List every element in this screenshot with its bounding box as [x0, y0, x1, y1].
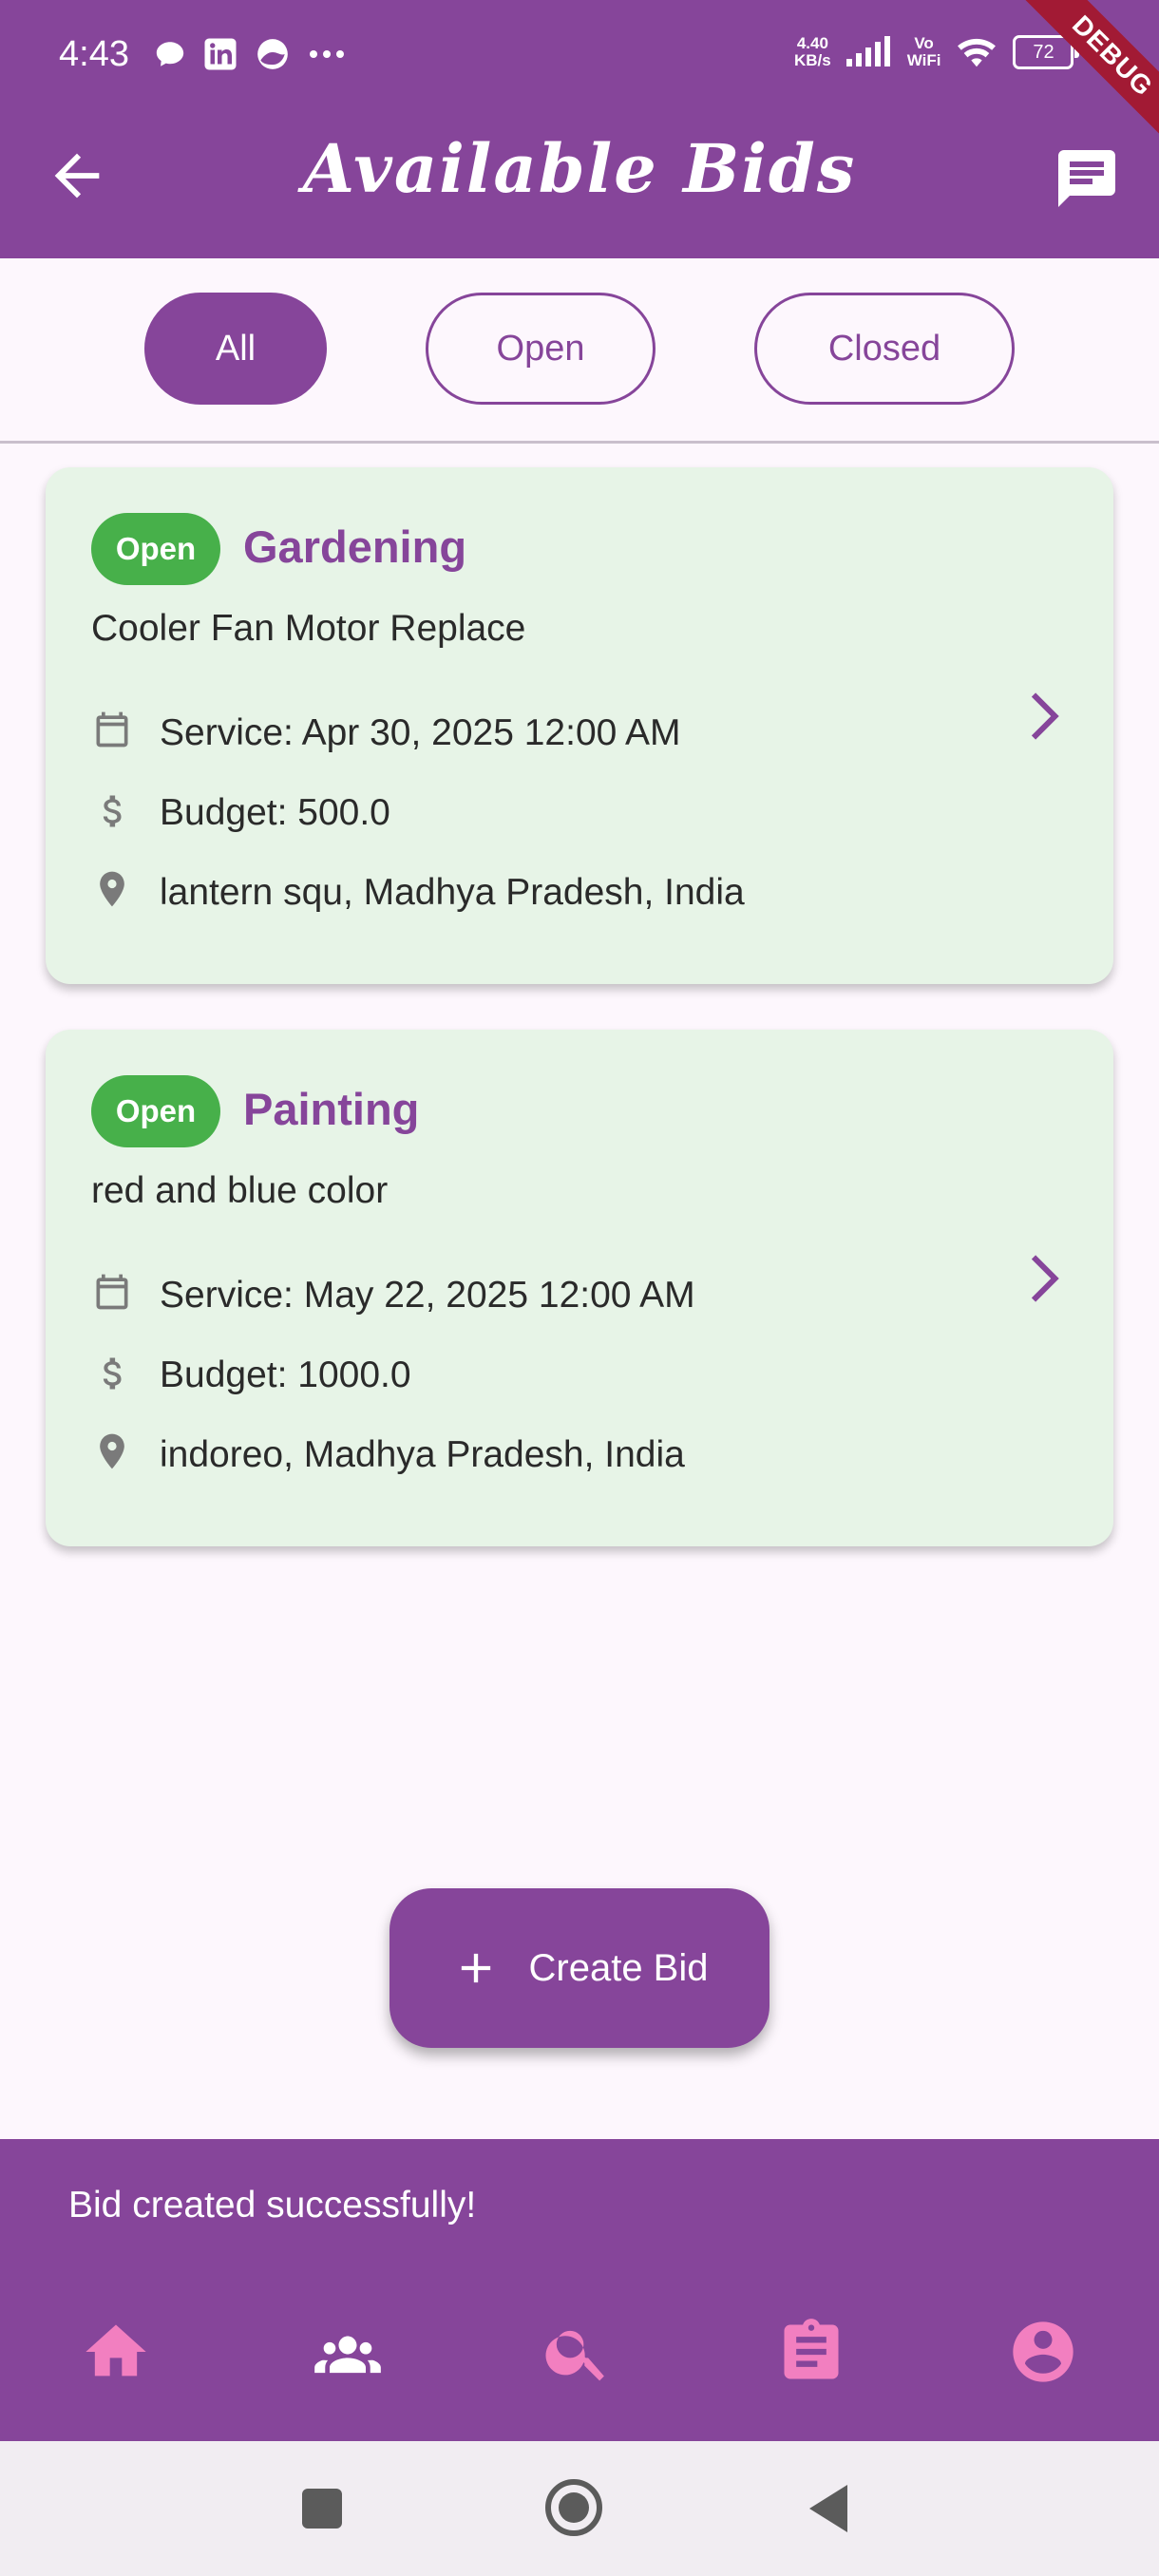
app-header: 4:43 4.40 KB/s Vo WiFi 72 DEBUG Availabl… [0, 0, 1159, 258]
filter-chip-open[interactable]: Open [426, 293, 656, 405]
calendar-icon [96, 1274, 128, 1310]
calendar-icon [96, 711, 128, 748]
status-time: 4:43 [59, 34, 129, 74]
home-button-icon[interactable] [543, 2477, 604, 2538]
bid-location: lantern squ, Madhya Pradesh, India [160, 872, 745, 913]
battery-indicator: 72 [1013, 35, 1080, 69]
recents-icon[interactable] [300, 2487, 344, 2530]
bid-service-date: Service: Apr 30, 2025 12:00 AM [160, 712, 681, 753]
plus-icon [461, 1953, 490, 1983]
dollar-icon [103, 1357, 122, 1390]
chat-icon[interactable] [1053, 144, 1121, 213]
bid-description: Cooler Fan Motor Replace [91, 608, 526, 649]
status-notification-icons [154, 36, 346, 72]
wifi-icon [958, 38, 997, 67]
snackbar-message: Bid created successfully! [68, 2185, 477, 2226]
more-notifications-icon [310, 50, 344, 58]
filter-chip-closed[interactable]: Closed [754, 293, 1015, 405]
chevron-right-icon[interactable] [1015, 688, 1072, 745]
chevron-right-icon[interactable] [1015, 1250, 1072, 1307]
bid-card[interactable]: Open Painting red and blue color Service… [46, 1030, 1113, 1546]
dollar-icon [103, 795, 122, 827]
group-icon[interactable] [312, 2316, 384, 2388]
bid-location: indoreo, Madhya Pradesh, India [160, 1434, 685, 1475]
bid-description: red and blue color [91, 1170, 389, 1211]
status-badge: Open [91, 513, 220, 585]
location-icon [100, 1433, 124, 1469]
linkedin-icon [204, 38, 237, 70]
assignment-icon[interactable] [775, 2316, 847, 2388]
create-bid-label: Create Bid [528, 1946, 709, 1989]
account-icon[interactable] [1007, 2316, 1079, 2388]
signal-icon [846, 36, 890, 66]
status-badge: Open [91, 1075, 220, 1147]
create-bid-button[interactable]: Create Bid [390, 1888, 770, 2048]
filter-divider [0, 441, 1159, 444]
back-triangle-icon[interactable] [806, 2483, 851, 2534]
app-notification-icon [257, 39, 288, 69]
bid-budget: Budget: 500.0 [160, 792, 390, 833]
search-icon[interactable] [542, 2316, 614, 2388]
filter-chip-all[interactable]: All [144, 293, 327, 405]
message-notification-icon [156, 42, 184, 66]
vowifi-indicator: Vo WiFi [906, 34, 941, 69]
bottom-bar: Bid created successfully! [0, 2139, 1159, 2441]
bid-category: Gardening [243, 521, 467, 572]
home-icon[interactable] [80, 2316, 152, 2388]
location-icon [100, 871, 124, 907]
status-system-icons: 4.40 KB/s Vo WiFi 72 [794, 34, 1080, 70]
bid-service-date: Service: May 22, 2025 12:00 AM [160, 1275, 695, 1316]
network-speed: 4.40 KB/s [794, 34, 831, 69]
page-title: Available Bids [302, 129, 857, 208]
bid-budget: Budget: 1000.0 [160, 1354, 411, 1395]
bid-card[interactable]: Open Gardening Cooler Fan Motor Replace … [46, 467, 1113, 984]
bid-category: Painting [243, 1084, 420, 1134]
system-navigation-bar [0, 2441, 1159, 2576]
